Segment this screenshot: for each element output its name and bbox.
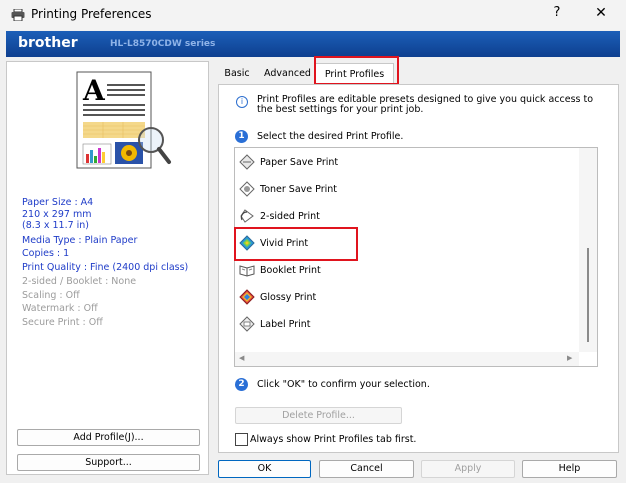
watermark-setting: Watermark : Off (22, 303, 98, 315)
window-title: Printing Preferences (31, 7, 152, 21)
close-icon[interactable]: ✕ (588, 5, 614, 25)
scroll-left-icon[interactable]: ◀ (239, 354, 244, 362)
booklet-icon (239, 265, 255, 277)
print-quality: Print Quality : Fine (2400 dpi class) (22, 262, 189, 274)
list-item-two-sided[interactable]: 2-sided Print (239, 205, 320, 227)
step-1-icon: 1 (235, 130, 248, 143)
brand-banner: brother HL-L8570CDW series (6, 31, 620, 57)
title-bar: Printing Preferences ? ✕ (0, 0, 626, 30)
support-button[interactable]: Support... (17, 454, 200, 471)
tab-advanced[interactable]: Advanced (260, 63, 315, 83)
svg-text:A: A (82, 74, 106, 107)
list-item-booklet[interactable]: Booklet Print (239, 259, 321, 281)
tab-highlight (314, 56, 399, 85)
model-name: HL-L8570CDW series (110, 39, 216, 49)
list-horizontal-scrollbar[interactable]: ◀ ▶ (235, 352, 579, 366)
always-show-label: Always show Print Profiles tab first. (250, 434, 417, 445)
brother-logo: brother (18, 35, 78, 51)
step-2-icon: 2 (235, 378, 248, 391)
info-icon: i (236, 96, 248, 108)
scaling-setting: Scaling : Off (22, 289, 80, 301)
paper-dims-in: (8.3 x 11.7 in) (22, 219, 90, 231)
step-2-text: Click "OK" to confirm your selection. (257, 379, 430, 390)
list-item-paper-save[interactable]: Paper Save Print (239, 151, 338, 173)
intro-text: Print Profiles are editable presets desi… (257, 94, 594, 115)
cancel-button[interactable]: Cancel (319, 460, 414, 478)
two-sided-icon (240, 209, 254, 223)
media-type: Media Type : Plain Paper (22, 234, 138, 246)
secure-print-setting: Secure Print : Off (22, 316, 103, 328)
paper-dims-mm: 210 x 297 mm (22, 208, 92, 220)
delete-profile-button[interactable]: Delete Profile... (235, 407, 402, 424)
list-item-toner-save[interactable]: Toner Save Print (239, 178, 337, 200)
paper-save-icon (239, 154, 255, 170)
toner-save-icon (239, 181, 255, 197)
copies: Copies : 1 (22, 248, 70, 260)
paper-size: Paper Size : A4 (22, 197, 94, 208)
vertical-scroll-thumb[interactable] (587, 248, 589, 342)
list-item-glossy[interactable]: Glossy Print (239, 286, 316, 308)
printer-icon (11, 9, 25, 21)
help-icon[interactable]: ? (544, 5, 570, 25)
step-1-text: Select the desired Print Profile. (257, 131, 404, 142)
always-show-checkbox[interactable] (235, 433, 248, 446)
help-button[interactable]: Help (522, 460, 617, 478)
page-preview-icon: A (76, 71, 171, 169)
vivid-highlight (234, 227, 358, 261)
settings-summary-panel: A Paper Size : A4 210 x 297 mm (8.3 x 11… (6, 61, 209, 475)
tab-basic[interactable]: Basic (221, 63, 253, 83)
settings-summary: Paper Size : A4 210 x 297 mm (8.3 x 11.7… (22, 196, 188, 330)
apply-button[interactable]: Apply (421, 460, 515, 478)
scroll-right-icon[interactable]: ▶ (567, 354, 572, 362)
list-item-label[interactable]: Label Print (239, 313, 311, 335)
add-profile-button[interactable]: Add Profile(J)... (17, 429, 200, 446)
label-icon (239, 316, 255, 332)
list-vertical-scrollbar[interactable] (579, 148, 597, 352)
glossy-icon (239, 289, 255, 305)
ok-button[interactable]: OK (218, 460, 311, 478)
two-sided-setting: 2-sided / Booklet : None (22, 275, 137, 287)
